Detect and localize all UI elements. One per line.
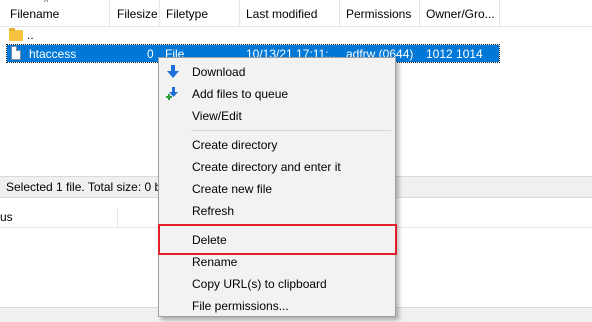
list-item-parent-directory[interactable]: .. [0, 26, 592, 44]
menu-item-label: Rename [192, 255, 238, 269]
menu-item-label: Add files to queue [192, 87, 289, 101]
column-header-filesize[interactable]: Filesize [110, 0, 160, 26]
status-text: Selected 1 file. Total size: 0 by [6, 180, 168, 194]
column-header-filetype[interactable]: Filetype [160, 0, 240, 26]
column-header-label: Filesize [117, 7, 158, 21]
menu-item-label: Delete [192, 233, 227, 247]
file-size: 0 [147, 47, 154, 61]
file-name: .. [27, 28, 34, 42]
queue-column-label: us [0, 210, 13, 224]
download-arrow-icon [167, 65, 179, 78]
menu-item-download[interactable]: Download [161, 61, 393, 83]
menu-item-create-new-file[interactable]: Create new file [161, 178, 393, 200]
column-header-permissions[interactable]: Permissions [340, 0, 420, 26]
sort-ascending-icon: ^ [44, 0, 49, 7]
menu-item-view-edit[interactable]: View/Edit [161, 105, 393, 127]
file-icon [11, 46, 21, 60]
file-list-header: ^ Filename Filesize Filetype Last modifi… [0, 0, 592, 27]
menu-item-delete[interactable]: Delete [161, 229, 393, 251]
column-header-owner-group[interactable]: Owner/Gro... [420, 0, 500, 26]
menu-item-add-files-to-queue[interactable]: Add files to queue [161, 83, 393, 105]
menu-item-label: Create directory and enter it [192, 160, 341, 174]
column-header-label: Filetype [166, 7, 209, 21]
file-owner-group: 1012 1014 [426, 47, 483, 61]
add-to-queue-icon [166, 87, 178, 100]
menu-item-copy-urls[interactable]: Copy URL(s) to clipboard [161, 273, 393, 295]
context-menu: Download Add files to queue View/Edit Cr… [158, 57, 396, 317]
menu-separator [191, 130, 391, 131]
menu-separator [191, 224, 391, 225]
menu-item-label: Refresh [192, 204, 235, 218]
menu-item-label: Create new file [192, 182, 273, 196]
queue-column-status[interactable]: us [0, 207, 118, 227]
column-header-label: Permissions [346, 7, 412, 21]
menu-item-label: Download [192, 65, 246, 79]
column-header-last-modified[interactable]: Last modified [240, 0, 340, 26]
menu-item-refresh[interactable]: Refresh [161, 200, 393, 222]
column-header-label: Last modified [246, 7, 318, 21]
menu-item-file-permissions[interactable]: File permissions... [161, 295, 393, 317]
column-header-filename[interactable]: ^ Filename [0, 0, 110, 26]
menu-item-label: File permissions... [192, 299, 289, 313]
folder-icon [9, 28, 23, 41]
menu-item-create-directory[interactable]: Create directory [161, 134, 393, 156]
column-header-label: Filename [10, 7, 60, 21]
menu-item-label: Copy URL(s) to clipboard [192, 277, 327, 291]
file-name: htaccess [29, 47, 77, 61]
menu-item-create-directory-and-enter[interactable]: Create directory and enter it [161, 156, 393, 178]
column-header-label: Owner/Gro... [426, 7, 495, 21]
menu-item-label: Create directory [192, 138, 278, 152]
menu-item-rename[interactable]: Rename [161, 251, 393, 273]
menu-item-label: View/Edit [192, 109, 242, 123]
